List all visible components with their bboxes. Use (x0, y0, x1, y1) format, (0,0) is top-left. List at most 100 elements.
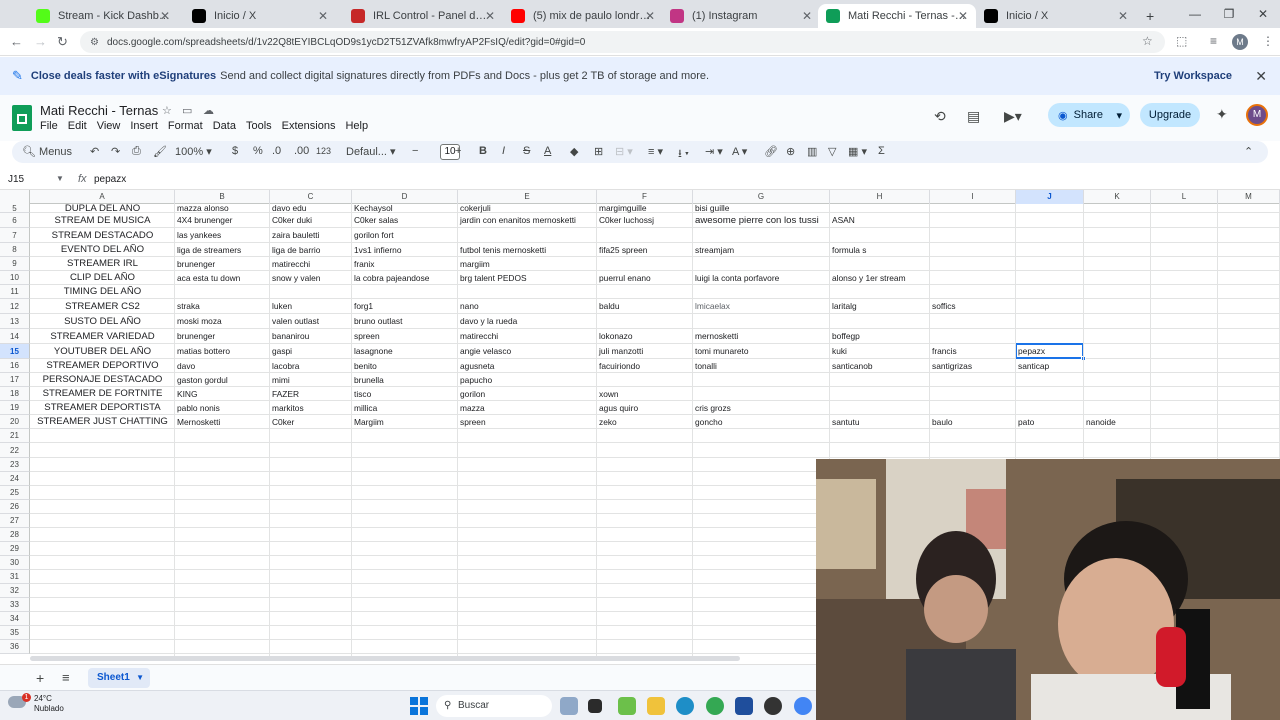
cell[interactable]: franix (352, 257, 458, 271)
forward-icon[interactable]: → (34, 34, 47, 49)
menu-edit[interactable]: Edit (68, 120, 87, 132)
cell[interactable]: snow y valen (270, 271, 352, 285)
browser-tab[interactable]: Stream - Kick Dashboard ✕ (28, 4, 178, 28)
account-avatar[interactable]: M (1246, 104, 1268, 126)
meet-icon[interactable]: ▶▾ (1004, 108, 1022, 125)
column-header[interactable]: B (175, 190, 270, 204)
cell[interactable]: gorilon fort (352, 228, 458, 243)
formula-input[interactable]: pepazx (94, 174, 126, 185)
share-button[interactable]: ◉ Share ▾ (1048, 103, 1130, 127)
row-header[interactable]: 35 (0, 626, 30, 640)
cell[interactable]: bisi guille (693, 204, 830, 213)
cell[interactable]: brunenger (175, 257, 270, 271)
cell[interactable]: gaspi (270, 344, 352, 359)
close-tab-icon[interactable]: ✕ (802, 9, 812, 23)
cell[interactable]: soffics (930, 299, 1016, 314)
sheet-tab[interactable]: Sheet1 ▼ (88, 668, 150, 688)
column-header[interactable]: F (597, 190, 693, 204)
row-header[interactable]: 10 (0, 271, 30, 285)
try-workspace-link[interactable]: Try Workspace (1154, 70, 1232, 82)
strikethrough-button[interactable]: S (523, 145, 530, 157)
number-format-button[interactable]: 123 (316, 146, 331, 156)
cell[interactable]: STREAMER JUST CHATTING (30, 415, 175, 429)
cell[interactable]: santicanob (830, 359, 930, 373)
cell[interactable]: margimguille (597, 204, 693, 213)
row-header[interactable]: 23 (0, 458, 30, 472)
row-header[interactable]: 17 (0, 373, 30, 387)
cell[interactable]: lacobra (270, 359, 352, 373)
merge-cells-icon[interactable]: ⊟ ▾ (615, 145, 633, 158)
cell[interactable]: straka (175, 299, 270, 314)
cell[interactable]: millica (352, 401, 458, 415)
cell[interactable]: lokonazo (597, 329, 693, 344)
row-header[interactable]: 34 (0, 612, 30, 626)
cell[interactable]: boffegp (830, 329, 930, 344)
row-header[interactable]: 11 (0, 285, 30, 299)
cell[interactable]: KING (175, 387, 270, 401)
cell[interactable]: CLIP DEL AÑO (30, 271, 175, 285)
edge-icon[interactable] (676, 697, 694, 715)
filter-views-icon[interactable]: ▦ ▾ (848, 145, 867, 158)
column-header[interactable]: L (1151, 190, 1218, 204)
chevron-down-icon[interactable]: ▼ (56, 174, 64, 183)
menu-extensions[interactable]: Extensions (282, 120, 336, 132)
cell[interactable]: mazza alonso (175, 204, 270, 213)
row-header[interactable]: 13 (0, 314, 30, 329)
column-header[interactable]: M (1218, 190, 1280, 204)
row-header[interactable]: 18 (0, 387, 30, 401)
bookmark-star-icon[interactable]: ☆ (1142, 34, 1153, 48)
menu-data[interactable]: Data (213, 120, 236, 132)
reading-list-icon[interactable]: ≡ (1210, 34, 1217, 48)
cell[interactable]: brunenger (175, 329, 270, 344)
cell[interactable]: davo edu (270, 204, 352, 213)
taskbar-app-photo-icon[interactable] (560, 697, 578, 715)
browser-tab[interactable]: (5) mix de paulo londra | PRKR✕ (503, 4, 663, 28)
cell[interactable]: awesome pierre con los tussi (693, 213, 830, 228)
bold-button[interactable]: B (479, 145, 487, 157)
cell[interactable]: mazza (458, 401, 597, 415)
zoom-select[interactable]: 100% ▾ (175, 145, 212, 158)
cell[interactable]: 4X4 brunenger (175, 213, 270, 228)
row-header[interactable]: 8 (0, 243, 30, 257)
cell[interactable]: brunella (352, 373, 458, 387)
menus-search[interactable]: 🔍︎ Menus (22, 145, 72, 158)
browser-tab[interactable]: Inicio / X ✕ (976, 4, 1136, 28)
cell[interactable]: margiim (458, 257, 597, 271)
cell[interactable]: STREAM DESTACADO (30, 228, 175, 243)
cell[interactable]: STREAMER DEPORTIVO (30, 359, 175, 373)
cell[interactable]: FAZER (270, 387, 352, 401)
cell[interactable]: goncho (693, 415, 830, 429)
cell[interactable]: streamjam (693, 243, 830, 257)
fill-color-icon[interactable]: ◆ (570, 145, 578, 158)
menu-file[interactable]: File (40, 120, 58, 132)
row-header[interactable]: 26 (0, 500, 30, 514)
cell[interactable]: santigrizas (930, 359, 1016, 373)
cell[interactable]: matias bottero (175, 344, 270, 359)
close-tab-icon[interactable]: ✕ (318, 9, 328, 23)
cell[interactable]: juli manzotti (597, 344, 693, 359)
cell[interactable]: liga de streamers (175, 243, 270, 257)
cell[interactable]: baulo (930, 415, 1016, 429)
row-header[interactable]: 12 (0, 299, 30, 314)
column-header[interactable]: J (1016, 190, 1084, 204)
browser-tab[interactable]: Mati Recchi - Ternas - Google S✕ (818, 4, 976, 28)
cell[interactable]: Kechaysol (352, 204, 458, 213)
column-header[interactable]: G (693, 190, 830, 204)
move-folder-icon[interactable]: ▭ (182, 104, 192, 117)
text-wrap-icon[interactable]: ⇥ ▾ (705, 145, 723, 158)
restore-icon[interactable]: ❐ (1212, 0, 1246, 28)
cell[interactable]: forg1 (352, 299, 458, 314)
row-header[interactable]: 5 (0, 204, 30, 213)
cell[interactable]: bananirou (270, 329, 352, 344)
row-header[interactable]: 19 (0, 401, 30, 415)
cell[interactable]: mimi (270, 373, 352, 387)
reload-icon[interactable]: ↻ (57, 34, 68, 50)
row-header[interactable]: 22 (0, 443, 30, 458)
gemini-icon[interactable]: ✦ (1216, 106, 1228, 123)
cell[interactable]: las yankees (175, 228, 270, 243)
cell[interactable]: davo y la rueda (458, 314, 597, 329)
increase-decimal-button[interactable]: .00 (294, 145, 309, 157)
cell[interactable]: STREAM DE MUSICA (30, 213, 175, 228)
borders-icon[interactable]: ⊞ (594, 145, 603, 158)
cell[interactable]: matirecchi (458, 329, 597, 344)
